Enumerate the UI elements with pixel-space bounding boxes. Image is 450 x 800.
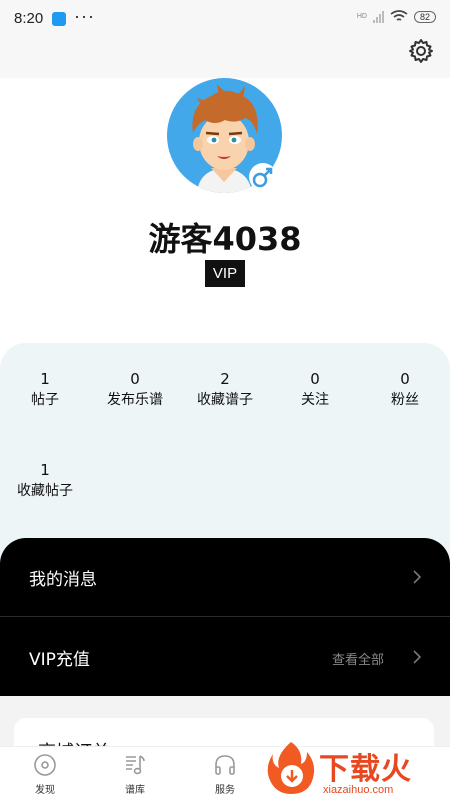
stat-following[interactable]: 0 关注 (270, 369, 360, 411)
music-note-icon (126, 755, 145, 775)
vip-recharge-label: VIP充值 (29, 650, 90, 670)
tab-discover[interactable]: 发现 (0, 747, 90, 800)
headphones-icon (215, 755, 235, 775)
stat-label: 收藏谱子 (197, 392, 253, 408)
network-type-label: HD (356, 12, 367, 20)
view-all-link[interactable]: 查看全部 (332, 649, 384, 668)
vip-recharge-row[interactable]: VIP充值 查看全部 (0, 618, 450, 696)
stat-published-scores[interactable]: 0 发布乐谱 (90, 369, 180, 411)
settings-button[interactable] (408, 38, 434, 64)
gender-badge (249, 163, 277, 191)
menu-panel: 我的消息 VIP充值 查看全部 (0, 538, 450, 696)
male-icon (252, 167, 273, 188)
disc-icon (34, 754, 56, 776)
my-messages-row[interactable]: 我的消息 (0, 538, 450, 617)
stat-favorite-scores[interactable]: 2 收藏谱子 (180, 369, 270, 411)
stat-value: 2 (220, 370, 230, 388)
battery-indicator: 82 (413, 10, 436, 23)
flame-logo-icon (267, 742, 315, 794)
wifi-icon (390, 10, 408, 21)
stat-value: 1 (40, 370, 50, 388)
stat-label: 关注 (301, 392, 329, 408)
watermark-text: 下载火 (319, 752, 412, 787)
watermark: 下载火 xiazaihuo.com (265, 740, 450, 800)
stat-label: 帖子 (31, 392, 59, 408)
stat-favorite-posts[interactable]: 1 收藏帖子 (0, 460, 90, 502)
divider (0, 616, 450, 617)
username: 游客4038 (148, 220, 302, 258)
stat-posts[interactable]: 1 帖子 (0, 369, 90, 411)
stat-value: 0 (310, 370, 320, 388)
chevron-right-icon (413, 570, 422, 584)
tab-score-library[interactable]: 谱库 (90, 747, 180, 800)
app-notification-icon (52, 12, 66, 26)
stat-value: 1 (40, 461, 50, 479)
status-indicators: HD 82 (357, 10, 436, 23)
status-time: 8:20 (14, 10, 44, 27)
my-messages-label: 我的消息 (29, 570, 97, 590)
vip-badge[interactable]: VIP (205, 260, 245, 287)
stat-followers[interactable]: 0 粉丝 (360, 369, 450, 411)
tab-label: 谱库 (125, 785, 145, 796)
tab-label: 发现 (35, 785, 55, 796)
stat-label: 收藏帖子 (17, 483, 73, 499)
watermark-url: xiazaihuo.com (323, 784, 394, 796)
gear-icon (409, 39, 433, 63)
status-bar: 8:20 ··· HD 82 (0, 0, 450, 40)
more-notifications-icon: ··· (74, 6, 95, 26)
stat-label: 粉丝 (391, 392, 419, 408)
tab-services[interactable]: 服务 (180, 747, 270, 800)
header-background (0, 40, 450, 78)
stat-value: 0 (130, 370, 140, 388)
tab-label: 服务 (215, 785, 235, 796)
chevron-right-icon (413, 650, 422, 664)
stat-label: 发布乐谱 (107, 392, 163, 408)
stat-value: 0 (400, 370, 410, 388)
signal-icon (372, 10, 384, 23)
